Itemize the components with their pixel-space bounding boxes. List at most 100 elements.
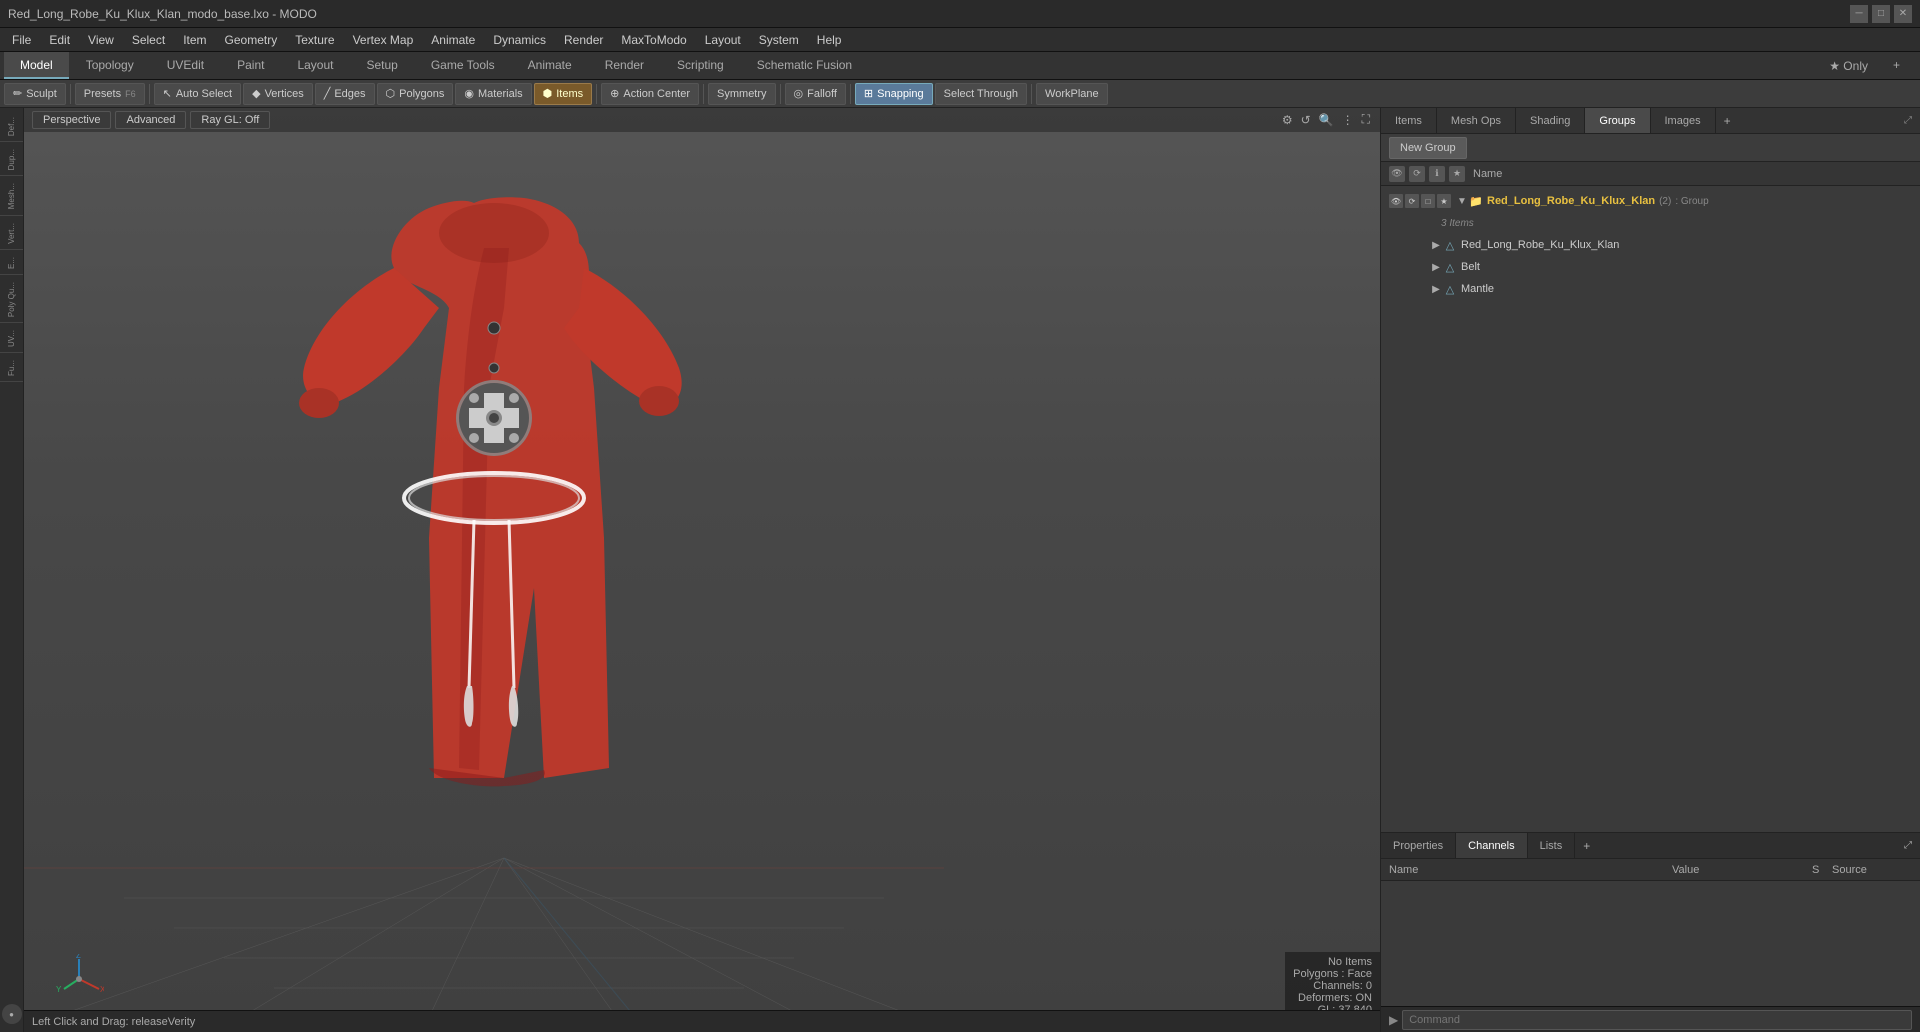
left-def-label[interactable]: Def...: [7, 114, 16, 139]
tree-child-belt[interactable]: ▶ △ Belt: [1381, 256, 1920, 278]
groups-tree[interactable]: 👁 ⟳ □ ★ ▼ 📁 Red_Long_Robe_Ku_Klux_Klan (…: [1381, 186, 1920, 832]
tab-animate[interactable]: Animate: [512, 52, 588, 79]
items-button[interactable]: ⬢ Items: [534, 83, 593, 105]
tree-expander-root[interactable]: ▼: [1455, 194, 1469, 208]
tree-expander-mantle[interactable]: ▶: [1429, 282, 1443, 296]
vp-search-icon[interactable]: 🔍: [1317, 111, 1336, 129]
menu-item-select[interactable]: Select: [124, 31, 173, 49]
group-render-icon[interactable]: ★: [1437, 194, 1451, 208]
command-arrow-icon[interactable]: ▶: [1389, 1013, 1398, 1027]
vp-refresh-icon[interactable]: ↺: [1299, 111, 1313, 129]
bottom-tab-plus[interactable]: +: [1575, 833, 1598, 858]
group-eye-icon[interactable]: 👁: [1389, 194, 1403, 208]
add-tab-plus[interactable]: +: [1716, 108, 1739, 133]
vp-more-icon[interactable]: ⋮: [1340, 111, 1356, 129]
left-mesh-label[interactable]: Mesh...: [7, 180, 16, 212]
action-center-button[interactable]: ⊕ Action Center: [601, 83, 699, 105]
menu-item-animate[interactable]: Animate: [423, 31, 483, 49]
info-icon[interactable]: ℹ: [1429, 166, 1445, 182]
menubar: FileEditViewSelectItemGeometryTextureVer…: [0, 28, 1920, 52]
bottom-expand-icon[interactable]: ⤢: [1896, 833, 1920, 858]
tab-schematic-fusion[interactable]: Schematic Fusion: [741, 52, 868, 79]
raygl-tab[interactable]: Ray GL: Off: [190, 111, 270, 129]
viewport[interactable]: X Y Z Perspective Advanced Ray GL: Off ⚙…: [24, 108, 1380, 1032]
left-poly-label[interactable]: Poly Qu...: [7, 279, 16, 320]
polygons-button[interactable]: ⬡ Polygons: [377, 83, 454, 105]
panel-expand-icon[interactable]: ⤢: [1896, 108, 1920, 133]
mesh-icon-robe: △: [1443, 238, 1457, 252]
snapping-button[interactable]: ⊞ Snapping: [855, 83, 933, 105]
command-input[interactable]: [1402, 1010, 1912, 1030]
menu-item-dynamics[interactable]: Dynamics: [485, 31, 554, 49]
tab-model[interactable]: Model: [4, 52, 69, 79]
vertices-button[interactable]: ◆ Vertices: [243, 83, 313, 105]
right-panel-resize[interactable]: [1381, 108, 1385, 1032]
left-uv-label[interactable]: UV...: [7, 327, 16, 350]
advanced-tab[interactable]: Advanced: [115, 111, 186, 129]
menu-item-render[interactable]: Render: [556, 31, 611, 49]
menu-item-file[interactable]: File: [4, 31, 39, 49]
symmetry-button[interactable]: Symmetry: [708, 83, 776, 105]
menu-item-item[interactable]: Item: [175, 31, 214, 49]
group-box-icon[interactable]: □: [1421, 194, 1435, 208]
tab-setup[interactable]: Setup: [350, 52, 413, 79]
left-bottom-button[interactable]: ●: [2, 1004, 22, 1024]
tab-game-tools[interactable]: Game Tools: [415, 52, 511, 79]
tab-layout[interactable]: Layout: [281, 52, 349, 79]
presets-button[interactable]: Presets F6: [75, 83, 145, 105]
tab-paint[interactable]: Paint: [221, 52, 280, 79]
menu-item-help[interactable]: Help: [809, 31, 850, 49]
left-e-label[interactable]: E...: [7, 254, 16, 272]
workplane-button[interactable]: WorkPlane: [1036, 83, 1108, 105]
tree-child-robe[interactable]: ▶ △ Red_Long_Robe_Ku_Klux_Klan: [1381, 234, 1920, 256]
tab-scripting[interactable]: Scripting: [661, 52, 740, 79]
sculpt-button[interactable]: ✏ Sculpt: [4, 83, 66, 105]
minimize-button[interactable]: ─: [1850, 5, 1868, 23]
source-header: Source: [1832, 864, 1912, 876]
tab-lists[interactable]: Lists: [1528, 833, 1576, 858]
tree-child-mantle[interactable]: ▶ △ Mantle: [1381, 278, 1920, 300]
tab-channels[interactable]: Channels: [1456, 833, 1527, 858]
edges-button[interactable]: ╱ Edges: [315, 83, 375, 105]
lock-icon[interactable]: ⟳: [1409, 166, 1425, 182]
menu-item-texture[interactable]: Texture: [287, 31, 342, 49]
tree-group-root[interactable]: 👁 ⟳ □ ★ ▼ 📁 Red_Long_Robe_Ku_Klux_Klan (…: [1381, 190, 1920, 212]
star-button[interactable]: ★ Only: [1821, 52, 1876, 79]
tab-render[interactable]: Render: [589, 52, 660, 79]
add-tab-button[interactable]: +: [1877, 52, 1916, 79]
render-icon[interactable]: ★: [1449, 166, 1465, 182]
menu-item-system[interactable]: System: [751, 31, 807, 49]
tab-properties[interactable]: Properties: [1381, 833, 1456, 858]
menu-item-geometry[interactable]: Geometry: [217, 31, 286, 49]
perspective-tab[interactable]: Perspective: [32, 111, 111, 129]
tab-topology[interactable]: Topology: [70, 52, 150, 79]
tab-shading[interactable]: Shading: [1516, 108, 1585, 133]
falloff-button[interactable]: ◎ Falloff: [785, 83, 846, 105]
auto-select-button[interactable]: ↖ Auto Select: [154, 83, 241, 105]
vp-settings-icon[interactable]: ⚙: [1280, 111, 1295, 129]
left-dup-label[interactable]: Dup...: [7, 146, 16, 173]
left-vert-label[interactable]: Vert...: [7, 220, 16, 247]
menu-item-edit[interactable]: Edit: [41, 31, 78, 49]
select-through-button[interactable]: Select Through: [935, 83, 1027, 105]
tab-uvedit[interactable]: UVEdit: [151, 52, 220, 79]
maximize-button[interactable]: □: [1872, 5, 1890, 23]
tab-groups[interactable]: Groups: [1585, 108, 1650, 133]
menu-item-view[interactable]: View: [80, 31, 122, 49]
tab-mesh-ops[interactable]: Mesh Ops: [1437, 108, 1516, 133]
left-fu-label[interactable]: Fu...: [7, 357, 16, 379]
axis-indicator: X Y Z: [54, 954, 104, 1004]
eye-icon[interactable]: 👁: [1389, 166, 1405, 182]
vp-maximize-icon[interactable]: ⛶: [1360, 110, 1372, 129]
new-group-button[interactable]: New Group: [1389, 137, 1467, 159]
tab-items[interactable]: Items: [1381, 108, 1437, 133]
tab-images[interactable]: Images: [1651, 108, 1716, 133]
tree-expander-belt[interactable]: ▶: [1429, 260, 1443, 274]
menu-item-vertex-map[interactable]: Vertex Map: [345, 31, 422, 49]
materials-button[interactable]: ◉ Materials: [455, 83, 531, 105]
menu-item-layout[interactable]: Layout: [697, 31, 749, 49]
group-lock-icon[interactable]: ⟳: [1405, 194, 1419, 208]
menu-item-maxtomodo[interactable]: MaxToModo: [613, 31, 694, 49]
close-button[interactable]: ✕: [1894, 5, 1912, 23]
tree-expander-robe[interactable]: ▶: [1429, 238, 1443, 252]
